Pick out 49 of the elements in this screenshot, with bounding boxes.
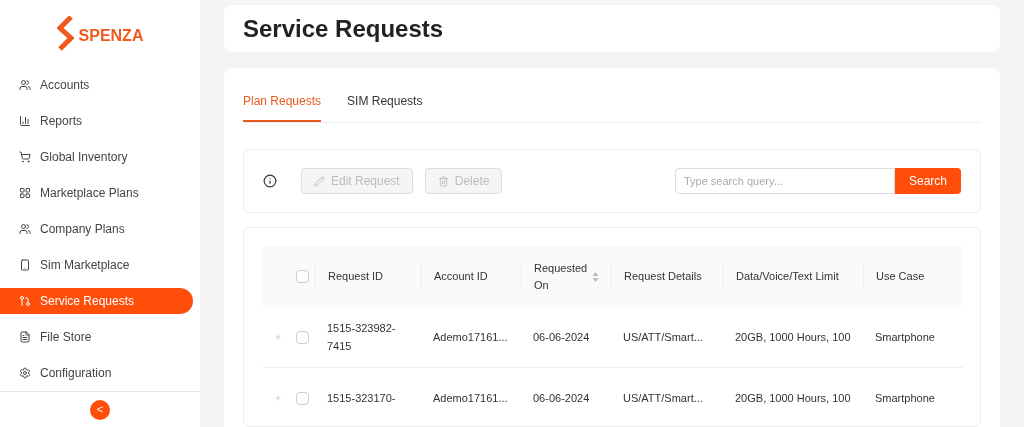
table-cell-text: Smartphone	[875, 330, 935, 345]
sort-icon[interactable]	[592, 270, 599, 283]
menu-item-icon	[19, 367, 31, 380]
sidebar-item[interactable]: Global Inventory	[0, 144, 193, 171]
sidebar-item[interactable]: Accounts	[0, 72, 193, 99]
table-cell-text: Ademo17161...	[433, 330, 508, 345]
pencil-icon	[314, 175, 325, 187]
sidebar-item[interactable]: Company Plans	[0, 216, 193, 243]
menu-item-icon	[19, 223, 31, 236]
column-header: Account ID	[434, 269, 488, 284]
brand-name: SPENZA	[78, 26, 144, 47]
menu-item-icon	[19, 187, 31, 200]
sidebar-item[interactable]: File Store	[0, 324, 193, 351]
table-cell-text: Ademo17161...	[433, 391, 508, 406]
info-icon	[263, 174, 277, 188]
table-cell-text: Smartphone	[875, 391, 935, 406]
menu-item-icon	[19, 151, 31, 164]
menu-item-icon	[19, 295, 31, 308]
column-header: Requested On	[534, 260, 586, 293]
table-cell-text: 1515-323982-7415	[327, 321, 397, 354]
table-cell-text: US/ATT/Smart...	[623, 330, 703, 345]
column-header: Request ID	[328, 269, 384, 284]
menu-item-icon	[19, 115, 31, 128]
menu-item-icon	[19, 79, 31, 92]
table-cell-text: US/ATT/Smart...	[623, 391, 703, 406]
expand-icon[interactable]	[274, 333, 282, 341]
sidebar-item[interactable]: Sim Marketplace	[0, 252, 193, 279]
row-checkbox[interactable]	[296, 391, 309, 405]
tab[interactable]: Plan Requests	[243, 92, 322, 122]
table-cell-text: 20GB, 1000 Hours, 100	[735, 391, 851, 406]
trash-icon	[437, 175, 449, 187]
row-checkbox[interactable]	[296, 330, 309, 344]
expand-icon[interactable]	[274, 394, 282, 402]
select-all-checkbox[interactable]	[296, 270, 309, 283]
sidebar-item[interactable]: Marketplace Plans	[0, 180, 193, 207]
sidebar-item[interactable]: Configuration	[0, 360, 193, 387]
sidebar-item[interactable]: Reports	[0, 108, 193, 135]
table-cell-text: 20GB, 1000 Hours, 100	[735, 330, 851, 345]
table-cell-text: 06-06-2024	[533, 330, 590, 345]
column-header: Use Case	[876, 269, 925, 284]
menu-item-icon	[19, 259, 31, 272]
menu-item-icon	[19, 331, 31, 344]
table-cell-text: 06-06-2024	[533, 391, 590, 406]
table-cell-text: 1515-323170-	[327, 391, 397, 406]
search-field[interactable]: Type search query...	[674, 168, 895, 194]
column-header: Data/Voice/Text Limit	[736, 269, 839, 284]
tab[interactable]: SIM Requests	[347, 92, 423, 122]
column-header: Request Details	[624, 269, 702, 284]
page-title: Service Requests	[243, 13, 444, 44]
